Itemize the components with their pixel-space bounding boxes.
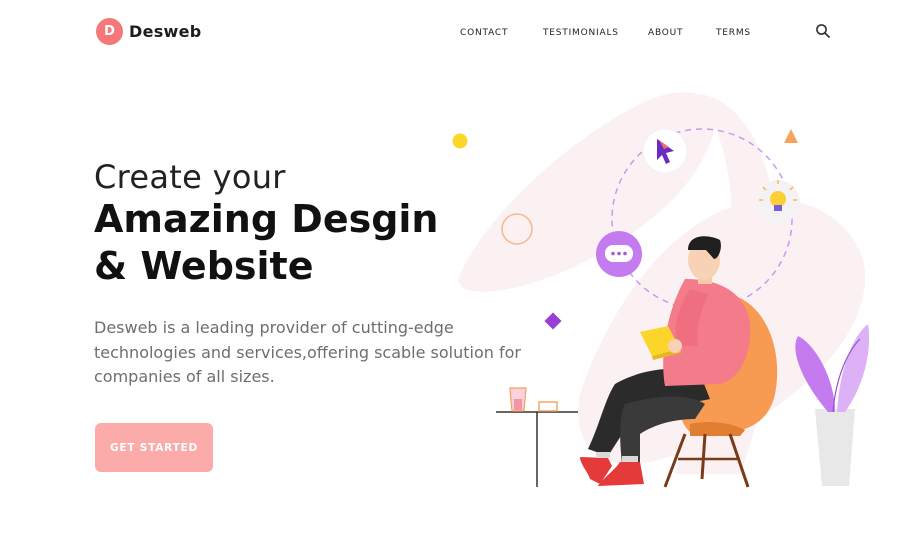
yellow-dot-decoration [452, 133, 468, 149]
logo-badge: D [96, 18, 123, 45]
brand-logo[interactable]: D Desweb [96, 18, 202, 45]
hero-subtitle: Create your [94, 158, 286, 196]
nav-testimonials[interactable]: TESTIMONIALS [543, 28, 619, 38]
hero-title: Amazing Desgin & Website [94, 196, 494, 290]
nav-about[interactable]: ABOUT [648, 28, 683, 38]
hero-title-line-1: Amazing Desgin [94, 197, 439, 241]
orange-triangle-decoration [784, 129, 798, 143]
purple-diamond-decoration [544, 312, 562, 330]
site-header: D Desweb CONTACT TESTIMONIALS ABOUT TERM… [0, 0, 916, 64]
get-started-button[interactable]: GET STARTED [95, 423, 213, 472]
nav-contact[interactable]: CONTACT [460, 28, 508, 38]
nav-terms[interactable]: TERMS [716, 28, 751, 38]
side-table [496, 387, 578, 487]
hero-title-line-2: & Website [94, 244, 314, 288]
hero-illustration [452, 92, 870, 488]
search-icon[interactable] [815, 23, 831, 39]
brand-name: Desweb [129, 22, 202, 41]
